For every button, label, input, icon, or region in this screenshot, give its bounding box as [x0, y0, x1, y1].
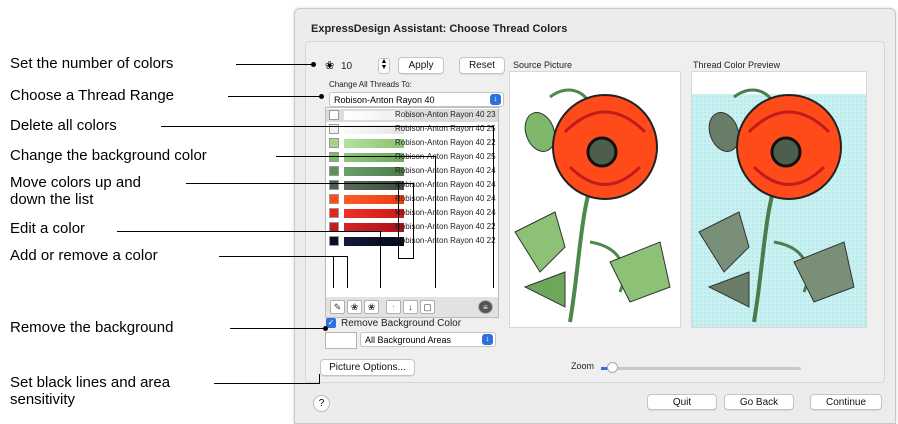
eyedropper-icon[interactable]: ✎: [330, 300, 345, 314]
thread-row[interactable]: Robison-Anton Rayon 40 24: [326, 179, 498, 192]
add-color-icon[interactable]: ❀: [347, 300, 362, 314]
thread-list[interactable]: Robison-Anton Rayon 40 23 Robison-Anton …: [325, 107, 499, 299]
leader-line: [228, 96, 321, 97]
leader-line: [493, 126, 494, 288]
leader-line: [319, 374, 320, 384]
leader-line: [117, 231, 381, 232]
leader-line: [161, 126, 494, 127]
leader-line: [398, 183, 399, 258]
num-colors-stepper[interactable]: ▲ ▼: [378, 58, 390, 74]
leader-line: [347, 256, 348, 288]
thread-range-value: Robison-Anton Rayon 40: [334, 94, 435, 105]
go-back-button[interactable]: Go Back: [724, 394, 794, 410]
continue-button[interactable]: Continue: [810, 394, 882, 410]
callout-move-2: down the list: [10, 191, 94, 208]
chevron-updown-icon: ↕: [490, 94, 501, 105]
source-picture-label: Source Picture: [513, 60, 573, 70]
leader-line: [236, 64, 313, 65]
thread-list-toolbar: ✎ ❀ ❀ ↑ ↓ ▢ ≡: [325, 297, 499, 318]
leader-line: [186, 183, 413, 184]
callout-add-remove: Add or remove a color: [10, 247, 158, 264]
callout-move-1: Move colors up and: [10, 174, 141, 191]
callout-change-bg: Change the background color: [10, 147, 207, 164]
callout-delete-all: Delete all colors: [10, 117, 117, 134]
thread-row[interactable]: Robison-Anton Rayon 40 22: [326, 221, 498, 234]
picture-options-button[interactable]: Picture Options...: [320, 359, 415, 376]
thread-row[interactable]: Robison-Anton Rayon 40 22: [326, 137, 498, 150]
bg-areas-value: All Background Areas: [365, 334, 452, 345]
thread-row[interactable]: Robison-Anton Rayon 40 22: [326, 235, 498, 248]
chevron-updown-icon: ↕: [482, 334, 493, 345]
callout-edit: Edit a color: [10, 220, 86, 237]
poppy-preview-image: [692, 88, 866, 327]
leader-line: [276, 156, 436, 157]
help-button[interactable]: ?: [313, 395, 330, 412]
leader-dot: [323, 326, 328, 331]
leader-line: [398, 258, 414, 259]
move-down-icon[interactable]: ↓: [403, 300, 418, 314]
callout-remove-bg: Remove the background: [10, 319, 174, 336]
dialog-window: ExpressDesign Assistant: Choose Thread C…: [294, 8, 896, 424]
preview-label: Thread Color Preview: [693, 60, 781, 70]
callout-black-lines-1: Set black lines and area: [10, 374, 171, 391]
poppy-source-image: [514, 88, 671, 323]
leader-line: [435, 156, 436, 288]
remove-color-icon[interactable]: ❀: [364, 300, 379, 314]
change-all-label: Change All Threads To:: [329, 80, 412, 89]
thread-row[interactable]: Robison-Anton Rayon 40 24: [326, 207, 498, 220]
callout-thread-range: Choose a Thread Range: [10, 87, 175, 104]
bg-color-swatch[interactable]: [325, 332, 357, 349]
delete-all-icon[interactable]: ≡: [478, 300, 493, 314]
leader-line: [214, 383, 320, 384]
callout-set-number: Set the number of colors: [10, 55, 174, 72]
thread-row[interactable]: Robison-Anton Rayon 40 25: [326, 151, 498, 164]
zoom-label: Zoom: [571, 361, 595, 371]
background-color-icon[interactable]: ▢: [420, 300, 435, 314]
thread-row[interactable]: Robison-Anton Rayon 40 24: [326, 165, 498, 178]
zoom-slider[interactable]: [601, 362, 801, 373]
leader-dot: [311, 62, 316, 67]
quit-button[interactable]: Quit: [647, 394, 717, 410]
zoom-slider-thumb[interactable]: [607, 362, 618, 373]
thread-row[interactable]: Robison-Anton Rayon 40 23: [326, 109, 498, 122]
leader-dot: [319, 94, 324, 99]
reset-button[interactable]: Reset: [459, 57, 505, 74]
callout-black-lines-2: sensitivity: [10, 391, 76, 408]
thread-row[interactable]: Robison-Anton Rayon 40 25: [326, 123, 498, 136]
move-up-icon[interactable]: ↑: [386, 300, 401, 314]
thread-color-preview: [691, 71, 867, 328]
leader-line: [219, 256, 347, 257]
bg-areas-select[interactable]: All Background Areas ↕: [360, 332, 496, 347]
apply-button[interactable]: Apply: [398, 57, 444, 74]
palette-icon: ❀: [325, 60, 335, 72]
dialog-title: ExpressDesign Assistant: Choose Thread C…: [311, 23, 568, 35]
thread-range-select[interactable]: Robison-Anton Rayon 40 ↕: [329, 92, 504, 107]
leader-line: [380, 231, 381, 288]
leader-line: [230, 328, 325, 329]
leader-line: [333, 256, 334, 288]
leader-line: [413, 183, 414, 258]
num-colors-value[interactable]: 10: [341, 61, 352, 72]
remove-bg-label: Remove Background Color: [341, 318, 462, 329]
source-picture: [509, 71, 681, 328]
thread-row[interactable]: Robison-Anton Rayon 40 24: [326, 193, 498, 206]
